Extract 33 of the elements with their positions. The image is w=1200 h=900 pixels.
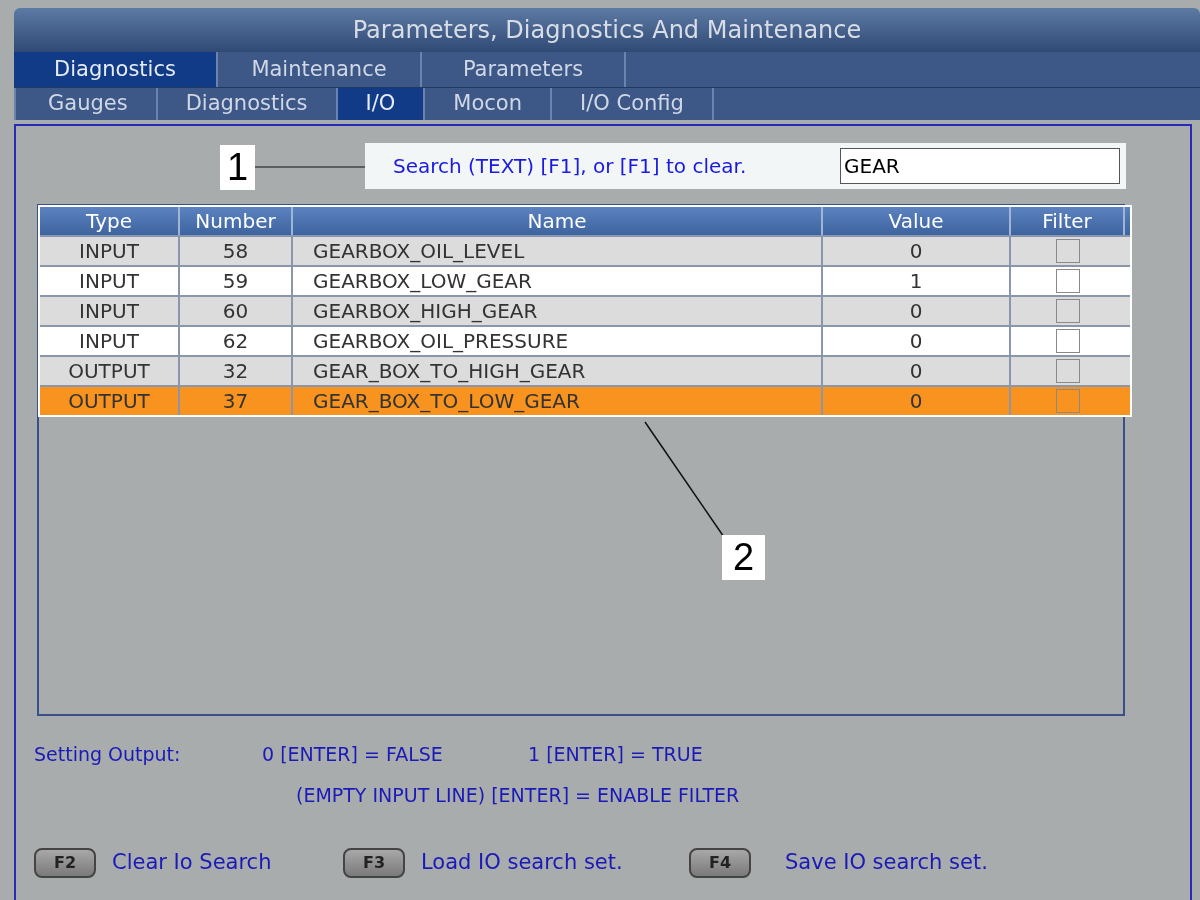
filter-checkbox[interactable] <box>1056 299 1080 323</box>
filter-checkbox[interactable] <box>1056 239 1080 263</box>
function-key[interactable]: F3 <box>343 847 405 878</box>
help-text: (EMPTY INPUT LINE) [ENTER] = ENABLE FILTER <box>296 782 741 808</box>
table-row[interactable]: OUTPUT 32 GEAR_BOX_TO_HIGH_GEAR 0 <box>40 355 1130 385</box>
table-row[interactable]: INPUT 60 GEARBOX_HIGH_GEAR 0 <box>40 295 1130 325</box>
search-label: Search (TEXT) [F1], or [F1] to clear. <box>393 153 747 180</box>
filter-checkbox[interactable] <box>1056 389 1080 413</box>
table-cell: GEAR_BOX_TO_LOW_GEAR <box>293 387 823 415</box>
table-cell: OUTPUT <box>40 387 180 415</box>
filter-checkbox[interactable] <box>1056 359 1080 383</box>
callout-number: 1 <box>220 145 255 190</box>
help-text: 0 [ENTER] = FALSE <box>262 742 444 767</box>
table-row[interactable]: INPUT 58 GEARBOX_OIL_LEVEL 0 <box>40 235 1130 265</box>
table-row[interactable]: INPUT 62 GEARBOX_OIL_PRESSURE 0 <box>40 325 1130 355</box>
main-tab[interactable]: Diagnostics <box>14 52 218 87</box>
function-key[interactable]: F4 <box>689 847 751 878</box>
function-key-label: Save IO search set. <box>785 849 988 876</box>
table-cell: 0 <box>823 387 1011 415</box>
table-cell: 37 <box>180 387 293 415</box>
callout-number: 2 <box>722 535 765 580</box>
title-bar: Parameters, Diagnostics And Maintenance <box>14 8 1200 52</box>
function-key-label: Load IO search set. <box>421 849 623 876</box>
help-label: Setting Output: <box>34 742 182 767</box>
function-key-label: Clear Io Search <box>112 849 272 876</box>
sub-tab[interactable]: I/O <box>337 88 426 120</box>
help-text: 1 [ENTER] = TRUE <box>528 742 703 767</box>
filter-checkbox[interactable] <box>1056 329 1080 353</box>
function-key[interactable]: F2 <box>34 847 96 878</box>
search-field[interactable]: GEAR <box>840 148 1120 184</box>
table-row[interactable]: OUTPUT 37 GEAR_BOX_TO_LOW_GEAR 0 <box>40 385 1130 415</box>
filter-checkbox[interactable] <box>1056 269 1080 293</box>
table-row[interactable]: INPUT 59 GEARBOX_LOW_GEAR 1 <box>40 265 1130 295</box>
